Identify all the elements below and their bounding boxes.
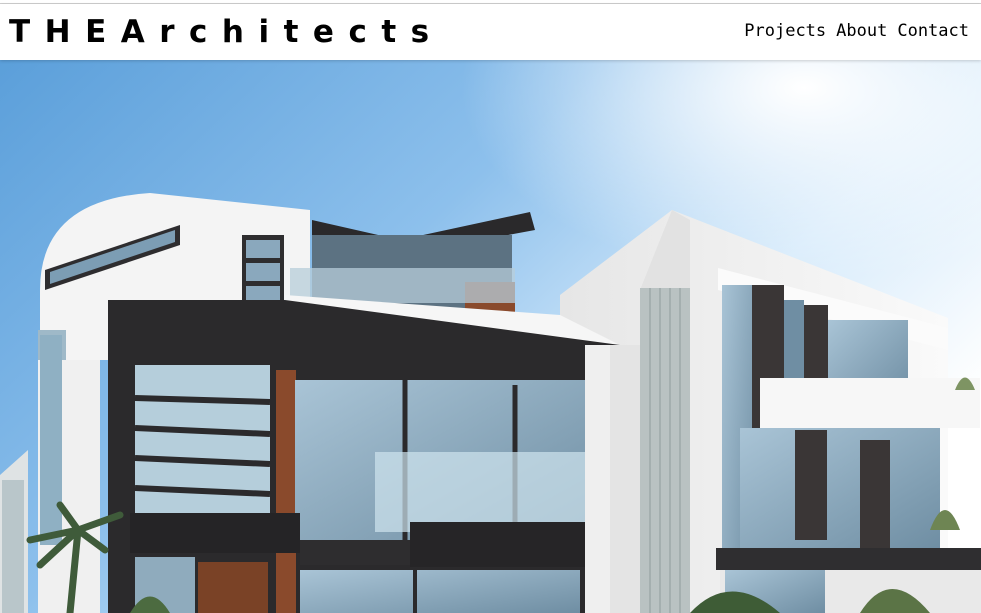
modern-house-photo-icon [0,60,981,613]
hero-image [0,60,981,613]
brand-logo[interactable]: THEArchitects [9,12,444,52]
main-nav: Projects About Contact [744,21,969,41]
nav-link-contact[interactable]: Contact [897,21,969,41]
site-header: THEArchitects Projects About Contact [0,4,981,60]
nav-link-about[interactable]: About [836,21,887,41]
nav-link-projects[interactable]: Projects [744,21,826,41]
